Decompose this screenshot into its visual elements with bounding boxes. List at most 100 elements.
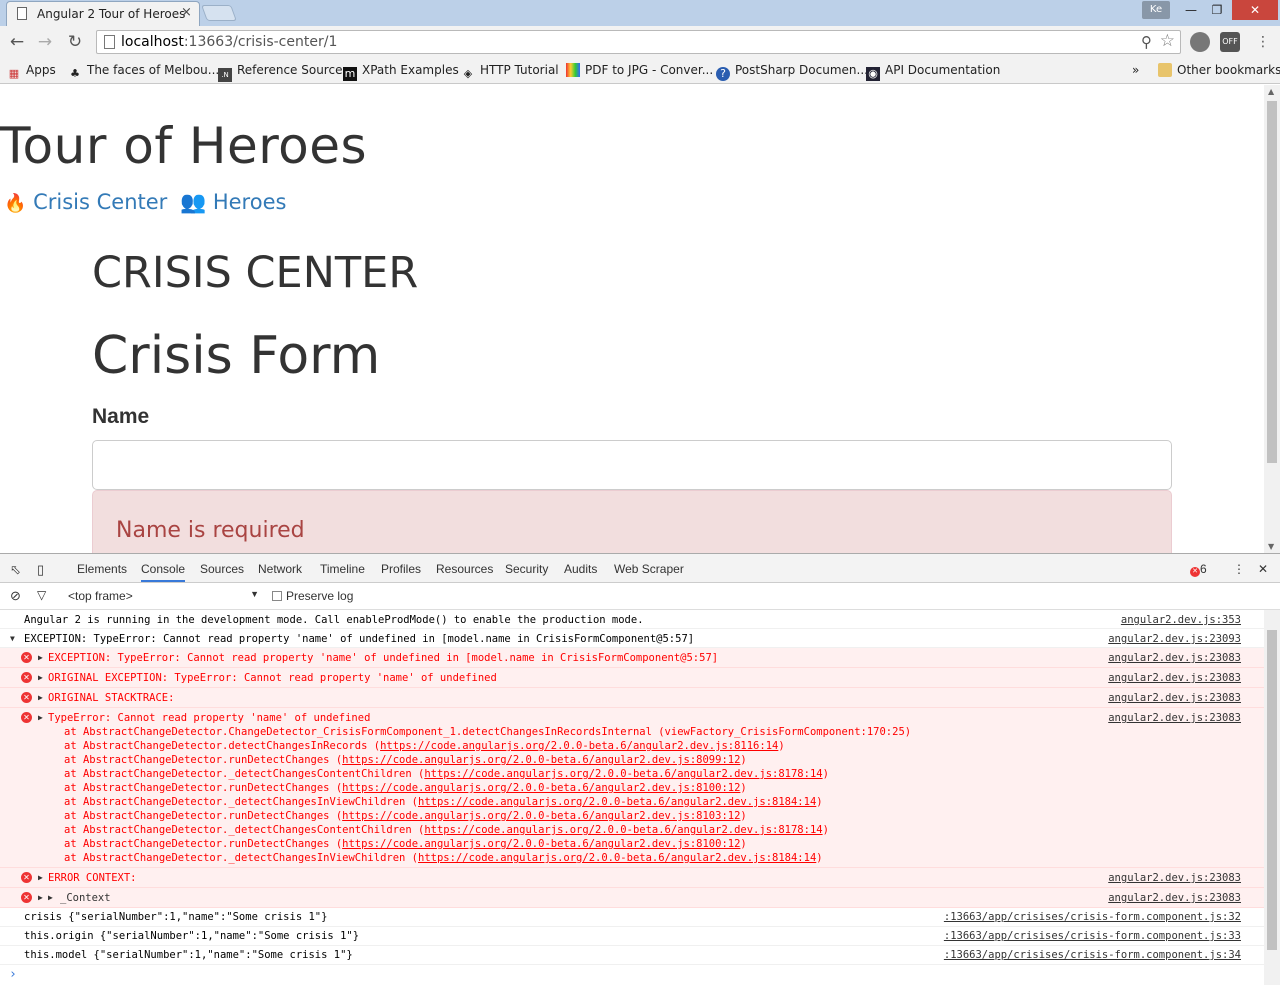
address-bar[interactable]: localhost:13663/crisis-center/1 ⚲ ☆ (96, 30, 1181, 54)
console-prompt-row[interactable]: › (0, 965, 1264, 985)
devtools-close-icon[interactable]: ✕ (1258, 562, 1268, 576)
restore-icon[interactable]: ❐ (1206, 0, 1228, 20)
source-link[interactable]: angular2.dev.js:23083 (1108, 692, 1241, 704)
stack-link[interactable]: https://code.angularjs.org/2.0.0-beta.6/… (380, 740, 778, 752)
users-icon: 👥 (180, 190, 207, 214)
minimize-icon[interactable]: — (1180, 0, 1202, 20)
bookmark-apps[interactable]: ▦ Apps (7, 63, 56, 81)
console-error-row[interactable]: ✕ ▶ ERROR CONTEXT: angular2.dev.js:23083 (0, 868, 1264, 888)
collapse-triangle-icon[interactable]: ▼ (10, 634, 15, 643)
source-link[interactable]: angular2.dev.js:23083 (1108, 872, 1241, 884)
stack-link[interactable]: https://code.angularjs.org/2.0.0-beta.6/… (418, 796, 816, 808)
bookmarks-overflow-icon[interactable]: » (1132, 63, 1139, 77)
source-link[interactable]: angular2.dev.js:23083 (1108, 672, 1241, 684)
stack-link[interactable]: https://code.angularjs.org/2.0.0-beta.6/… (418, 852, 816, 864)
reload-icon[interactable]: ↻ (64, 32, 86, 52)
expand-triangle-icon[interactable]: ▶ (38, 693, 43, 702)
nav-crisis-center-link[interactable]: Crisis Center (33, 190, 167, 214)
bookmark-item[interactable]: ♣ The faces of Melbou... (68, 63, 219, 81)
zoom-icon[interactable]: ⚲ (1141, 33, 1152, 51)
console-group-row[interactable]: ▼ EXCEPTION: TypeError: Cannot read prop… (0, 629, 1264, 648)
tab-web-scraper[interactable]: Web Scraper (614, 562, 684, 576)
tab-profiles[interactable]: Profiles (381, 562, 421, 576)
devtools-menu-icon[interactable]: ⋮ (1233, 562, 1245, 576)
source-link[interactable]: angular2.dev.js:353 (1121, 614, 1241, 626)
main-nav: 🔥 Crisis Center 👥 Heroes (4, 190, 286, 215)
expand-triangle-icon[interactable]: ▶ (38, 713, 43, 722)
source-link[interactable]: angular2.dev.js:23093 (1108, 633, 1241, 645)
extension-off-button[interactable]: OFF (1220, 32, 1240, 52)
filter-icon[interactable]: ▽ (37, 588, 46, 602)
scrollbar-thumb[interactable] (1267, 630, 1277, 950)
console-error-row[interactable]: ✕ ▶ EXCEPTION: TypeError: Cannot read pr… (0, 648, 1264, 668)
source-link[interactable]: :13663/app/crisises/crisis-form.componen… (944, 930, 1241, 942)
bookmark-item[interactable]: PDF to JPG - Conver... (566, 63, 713, 77)
error-icon: ✕ (21, 672, 32, 683)
tab-network[interactable]: Network (258, 562, 302, 576)
console-error-row[interactable]: ✕ ▶ ▶ _Context angular2.dev.js:23083 (0, 888, 1264, 908)
error-counter[interactable]: ✕ 6 (1190, 562, 1207, 577)
forward-icon[interactable]: → (34, 32, 56, 52)
console-error-row[interactable]: ✕ ▶ ORIGINAL STACKTRACE: angular2.dev.js… (0, 688, 1264, 708)
browser-tab[interactable]: Angular 2 Tour of Heroes × (6, 1, 200, 26)
source-link[interactable]: angular2.dev.js:23083 (1108, 892, 1241, 904)
expand-triangle-icon[interactable]: ▶ (38, 653, 43, 662)
bookmark-item[interactable]: ◉ API Documentation (866, 63, 1000, 81)
nav-heroes-link[interactable]: Heroes (213, 190, 287, 214)
bookmark-star-icon[interactable]: ☆ (1160, 31, 1175, 51)
window-close-icon[interactable]: ✕ (1232, 0, 1278, 20)
bookmark-item[interactable]: m XPath Examples (343, 63, 459, 81)
source-link[interactable]: :13663/app/crisises/crisis-form.componen… (944, 911, 1241, 923)
scroll-up-icon[interactable]: ▲ (1268, 87, 1274, 96)
preserve-log-checkbox[interactable]: Preserve log (272, 589, 353, 603)
validation-alert: Name is required (92, 490, 1172, 553)
stack-link[interactable]: https://code.angularjs.org/2.0.0-beta.6/… (342, 810, 740, 822)
extension-icon[interactable] (1190, 32, 1210, 52)
expand-triangle-icon[interactable]: ▶ (38, 873, 43, 882)
back-icon[interactable]: ← (6, 32, 28, 52)
bookmark-item[interactable]: ◈ HTTP Tutorial (461, 63, 559, 81)
stack-link[interactable]: https://code.angularjs.org/2.0.0-beta.6/… (424, 768, 822, 780)
device-icon[interactable]: ▯ (37, 562, 44, 578)
console-error-row[interactable]: ✕ ▶ ORIGINAL EXCEPTION: TypeError: Canno… (0, 668, 1264, 688)
scroll-down-icon[interactable]: ▼ (1268, 542, 1274, 551)
bookmark-item[interactable]: .N Reference Source (218, 63, 342, 82)
name-input[interactable] (92, 440, 1172, 490)
new-tab-button[interactable] (201, 5, 237, 21)
tab-close-icon[interactable]: × (181, 5, 192, 20)
form-title: Crisis Form (92, 326, 381, 386)
tab-security[interactable]: Security (505, 562, 548, 576)
console-error-row[interactable]: ✕ ▶ TypeError: Cannot read property 'nam… (0, 708, 1264, 868)
tab-sources[interactable]: Sources (200, 562, 244, 576)
error-icon: ✕ (1190, 567, 1200, 577)
tab-console[interactable]: Console (141, 562, 186, 582)
clear-console-icon[interactable]: ⊘ (10, 588, 21, 604)
inspect-icon[interactable]: ⬁ (10, 562, 21, 578)
source-link[interactable]: angular2.dev.js:23083 (1108, 652, 1241, 664)
expand-triangle-icon[interactable]: ▶ (38, 893, 43, 902)
tab-audits[interactable]: Audits (564, 562, 597, 576)
stack-link[interactable]: https://code.angularjs.org/2.0.0-beta.6/… (342, 782, 740, 794)
expand-triangle-icon[interactable]: ▶ (38, 673, 43, 682)
page-scrollbar[interactable]: ▲ ▼ (1264, 85, 1280, 553)
profile-button[interactable]: Ke (1142, 1, 1170, 19)
tab-timeline[interactable]: Timeline (320, 562, 365, 576)
console-message: this.model {"serialNumber":1,"name":"Som… (24, 949, 353, 961)
source-link[interactable]: :13663/app/crisises/crisis-form.componen… (944, 949, 1241, 961)
scrollbar-thumb[interactable] (1267, 101, 1277, 463)
bookmark-item[interactable]: ? PostSharp Documen... (716, 63, 868, 81)
stack-link[interactable]: https://code.angularjs.org/2.0.0-beta.6/… (424, 824, 822, 836)
frame-select[interactable]: <top frame> ▼ (68, 589, 263, 603)
error-icon: ✕ (21, 692, 32, 703)
bookmark-other[interactable]: Other bookmarks (1158, 63, 1280, 77)
stack-link[interactable]: https://code.angularjs.org/2.0.0-beta.6/… (342, 838, 740, 850)
tab-resources[interactable]: Resources (436, 562, 493, 576)
source-link[interactable]: angular2.dev.js:23083 (1108, 712, 1241, 724)
stack-link[interactable]: https://code.angularjs.org/2.0.0-beta.6/… (342, 754, 740, 766)
tab-elements[interactable]: Elements (77, 562, 127, 576)
menu-icon[interactable]: ⋮ (1252, 32, 1274, 52)
console-scrollbar[interactable] (1264, 610, 1280, 985)
expand-triangle-icon[interactable]: ▶ (48, 893, 53, 902)
console-message: EXCEPTION: TypeError: Cannot read proper… (48, 652, 719, 664)
console-object[interactable]: _Context (60, 892, 111, 904)
